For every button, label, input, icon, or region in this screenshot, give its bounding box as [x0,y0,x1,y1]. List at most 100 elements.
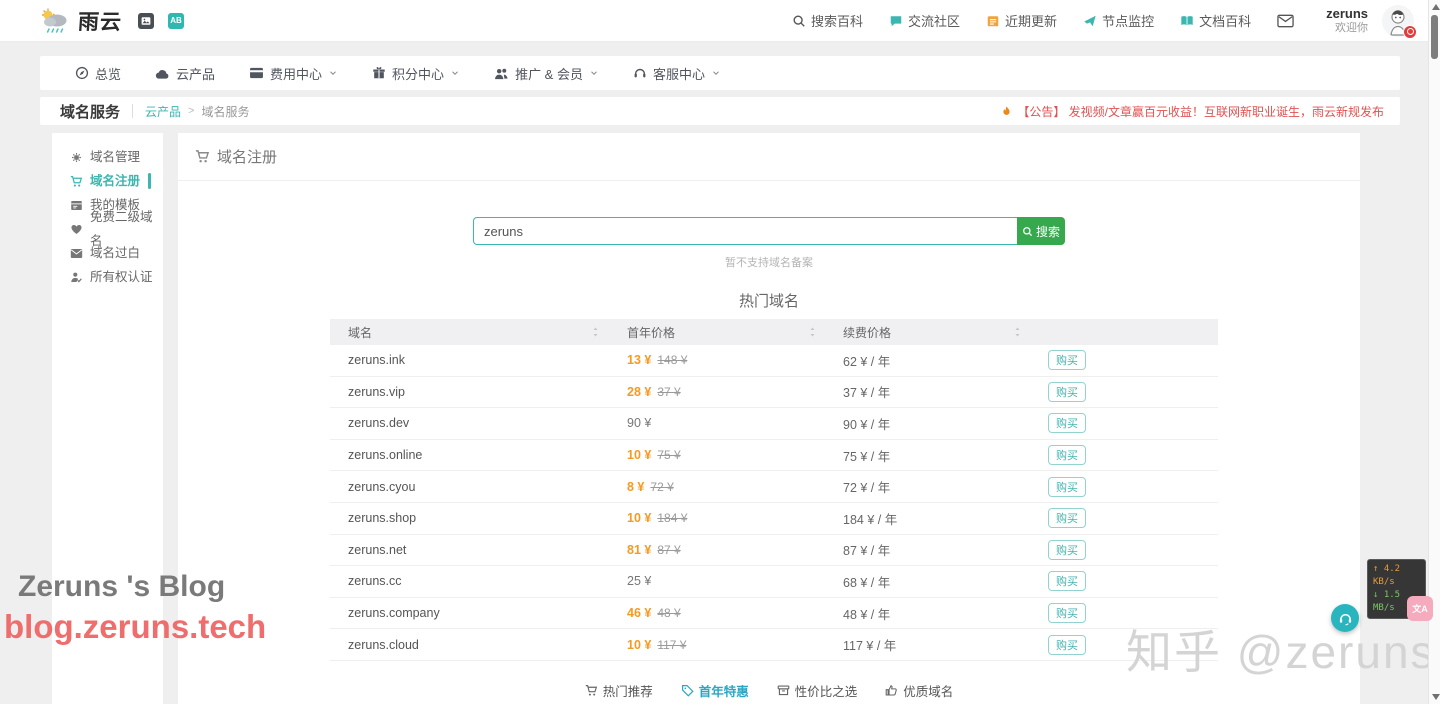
price-current: 81 ¥ [627,543,651,557]
domain-name: zeruns.online [330,448,608,462]
heart-icon [70,223,83,236]
nav-item-points[interactable]: 积分中心 [372,64,460,83]
headset-icon [1338,611,1353,626]
tab-premium-domains[interactable]: 优质域名 [885,681,953,700]
main-panel: 域名注册 搜索 暂不支持域名备案 热门域名 域名 首年价格 [178,133,1360,704]
search-icon [792,14,806,28]
domain-name: zeruns.shop [330,511,608,525]
sidebar-item-ownership-verify[interactable]: 所有权认证 [52,265,163,289]
buy-button[interactable]: 购买 [1048,477,1086,497]
tab-first-year-deal[interactable]: 首年特惠 [681,681,749,700]
price-original: 37 ¥ [657,385,680,399]
table-row: zeruns.cloud10 ¥117 ¥117 ¥ / 年购买 [330,629,1218,661]
sort-icon[interactable] [808,326,817,338]
translate-button[interactable]: 文A [1407,596,1433,621]
sidebar: 域名管理 域名注册 我的模板 免费二级域名 域名过白 所有权认证 [52,133,163,704]
price-original: 117 ¥ [657,638,686,652]
translate-icon: 文A [1412,602,1428,615]
top-menu-search-wiki[interactable]: 搜索百科 [792,11,863,30]
envelope-icon [1277,14,1294,28]
tag-icon [681,684,694,697]
buy-button[interactable]: 购买 [1048,350,1086,370]
price-current: 10 ¥ [627,511,651,525]
main-nav: 总览 云产品 费用中心 积分中心 推广 & 会员 客服中心 [40,56,1400,90]
nav-item-overview[interactable]: 总览 [75,64,121,83]
scroll-up-arrow-icon[interactable] [1432,4,1440,10]
support-chat-button[interactable] [1331,604,1359,632]
domain-search: 搜索 [473,217,1065,245]
person-check-icon [70,271,83,284]
header-renewal-price[interactable]: 续费价格 [825,324,1030,341]
mail-button[interactable] [1277,14,1294,28]
panel-header: 域名注册 [178,133,1360,181]
buy-button[interactable]: 购买 [1048,413,1086,433]
book-icon [1180,14,1194,28]
top-menu-node-monitor[interactable]: 节点监控 [1083,11,1154,30]
announcement-text: 【公告】 发视频/文章赢百元收益！互联网新职业诞生，雨云新规发布 [1017,103,1384,120]
table-row: zeruns.cc25 ¥68 ¥ / 年购买 [330,566,1218,598]
scroll-down-arrow-icon[interactable] [1432,694,1440,700]
search-note: 暂不支持域名备案 [178,254,1360,270]
buy-button[interactable]: 购买 [1048,603,1086,623]
renewal-price: 117 ¥ / 年 [825,635,1030,654]
search-button[interactable]: 搜索 [1017,217,1065,245]
price-original: 72 ¥ [650,480,673,494]
sidebar-item-domain-manage[interactable]: 域名管理 [52,145,163,169]
price-original: 48 ¥ [657,606,680,620]
table-row: zeruns.shop10 ¥184 ¥184 ¥ / 年购买 [330,503,1218,535]
top-menu-updates[interactable]: 近期更新 [986,11,1057,30]
price-current: 13 ¥ [627,353,651,367]
nav-item-billing[interactable]: 费用中心 [249,64,338,83]
announcement-link[interactable]: 【公告】 发视频/文章赢百元收益！互联网新职业诞生，雨云新规发布 [1001,103,1384,120]
header-domain[interactable]: 域名 [330,324,608,341]
renewal-price: 68 ¥ / 年 [825,572,1030,591]
tab-value-picks[interactable]: 性价比之选 [777,681,858,700]
avatar[interactable] [1382,5,1414,37]
domain-name: zeruns.dev [330,416,608,430]
buy-button[interactable]: 购买 [1048,540,1086,560]
user-block[interactable]: zeruns 欢迎你 [1326,6,1368,36]
cloud-icon [155,67,170,80]
domain-name: zeruns.cyou [330,480,608,494]
screen: 雨云 AB 搜索百科 交流社区 近期更新 节点监控 [0,0,1440,704]
header-first-year-price[interactable]: 首年价格 [608,324,825,341]
scrollbar-thumb[interactable] [1431,15,1438,59]
buy-button[interactable]: 购买 [1048,445,1086,465]
sidebar-item-domain-register[interactable]: 域名注册 [52,169,163,193]
sort-icon[interactable] [1013,326,1022,338]
calendar-icon [986,14,1000,28]
table-row: zeruns.net81 ¥87 ¥87 ¥ / 年购买 [330,535,1218,567]
nav-item-referral-membership[interactable]: 推广 & 会员 [494,64,599,83]
nav-item-cloud-products[interactable]: 云产品 [155,64,215,83]
breadcrumb-current: 域名服务 [201,103,249,120]
tab-hot-recommend[interactable]: 热门推荐 [585,681,653,700]
avatar-status-badge-icon [1403,25,1417,39]
top-navbar: 雨云 AB 搜索百科 交流社区 近期更新 节点监控 [0,0,1428,42]
chevron-down-icon [328,68,338,78]
buy-button[interactable]: 购买 [1048,635,1086,655]
thumbs-up-icon [885,684,898,697]
buy-button[interactable]: 购买 [1048,571,1086,591]
hot-domains-title: 热门域名 [178,290,1360,311]
sort-icon[interactable] [591,326,600,338]
renewal-price: 87 ¥ / 年 [825,540,1030,559]
table-row: zeruns.vip28 ¥37 ¥37 ¥ / 年购买 [330,377,1218,409]
buy-button[interactable]: 购买 [1048,508,1086,528]
sidebar-item-free-subdomain[interactable]: 免费二级域名 [52,217,163,241]
domain-search-input[interactable] [473,217,1017,245]
flame-icon [1001,105,1012,118]
breadcrumb-parent-link[interactable]: 云产品 [145,103,181,120]
renewal-price: 75 ¥ / 年 [825,446,1030,465]
brand[interactable]: 雨云 AB [40,6,184,36]
buy-button[interactable]: 购买 [1048,382,1086,402]
price-current: 46 ¥ [627,606,651,620]
nav-item-support[interactable]: 客服中心 [633,64,721,83]
chevron-down-icon [589,68,599,78]
box-icon [777,684,790,697]
panel-title: 域名注册 [217,146,277,167]
top-menu-community[interactable]: 交流社区 [889,11,960,30]
credit-card-icon [249,67,264,79]
top-menu-docs[interactable]: 文档百科 [1180,11,1251,30]
sidebar-item-domain-whitelist[interactable]: 域名过白 [52,241,163,265]
mail-icon [70,248,83,259]
